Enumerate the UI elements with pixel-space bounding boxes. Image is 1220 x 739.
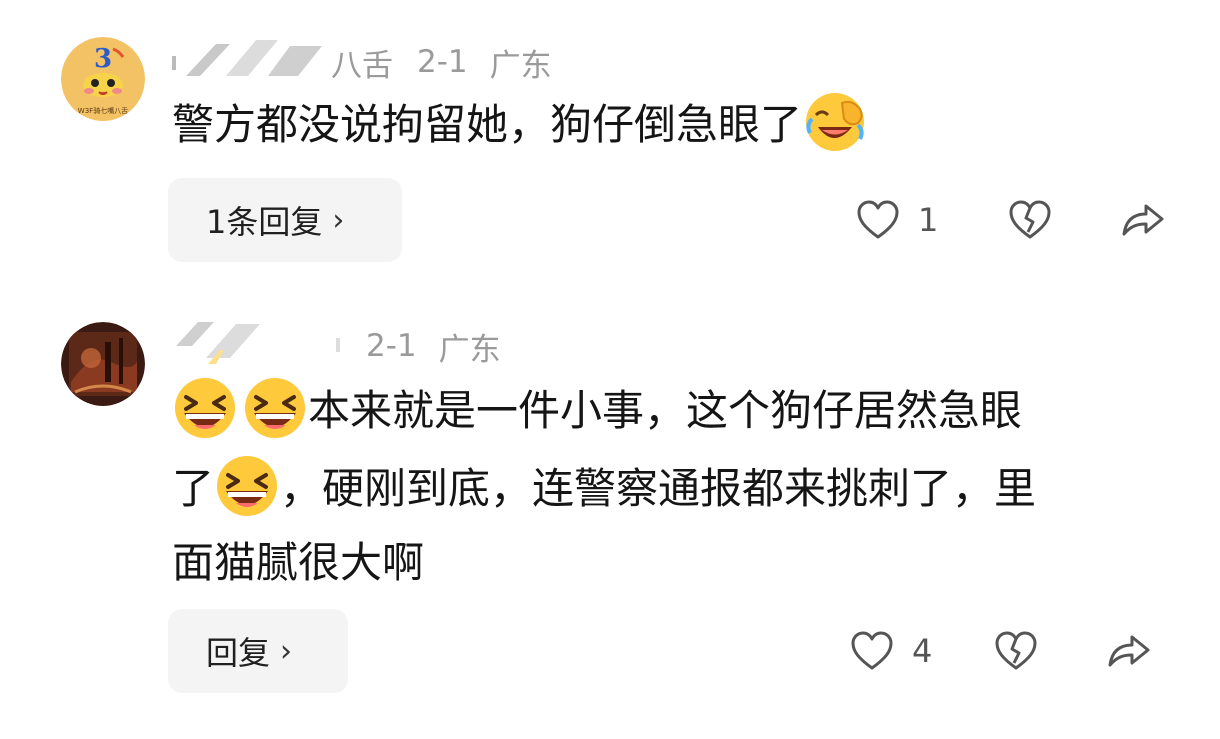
comment-text-content: 警方都没说拘留她，狗仔倒急眼了 [172,100,803,149]
comment-actions: 4 [850,609,1152,693]
comment-text-line: 了 ，硬刚到底，连警察通报都来挑刺了，里 [172,453,1182,522]
share-button[interactable] [1106,631,1152,671]
username-visible-part[interactable]: 八舌 [331,40,393,85]
comment-location: 广东 [489,47,552,84]
comment-text: 警方都没说拘留她，狗仔倒急眼了 [172,92,868,158]
reply-label: 回复 [206,634,271,672]
comment-text-line: 本来就是一件小事，这个狗仔居然急眼 [172,375,1182,444]
like-count: 4 [912,632,933,670]
share-button[interactable] [1120,200,1166,240]
view-replies-button[interactable]: 1条回复 › [168,178,402,262]
dislike-button[interactable] [994,631,1038,671]
broken-heart-icon [1009,200,1051,239]
like-count: 1 [918,201,939,239]
view-replies-label: 1条回复 [206,203,323,241]
broken-heart-icon [995,631,1037,670]
svg-text:W3F骑七嘴八舌: W3F骑七嘴八舌 [78,106,128,115]
avatar[interactable]: 3 W3F骑七嘴八舌 [61,37,145,121]
svg-text:3: 3 [94,44,112,74]
facepalm-laughing-emoji [802,89,868,155]
avatar[interactable] [61,322,145,406]
masked-username [172,36,327,88]
grinning-squint-emoji [172,375,238,441]
dislike-button[interactable] [1008,200,1052,240]
comment-text-content: ，硬刚到底，连警察通报都来挑刺了，里 [280,464,1037,513]
grinning-squint-emoji [214,453,280,519]
comment-text-line: 面猫腻很大啊 [172,538,425,587]
comment-meta: 2-1 广东 [172,322,501,368]
comment-text-content: 了 [172,464,215,513]
avatar-image: 3 W3F骑七嘴八舌 [61,37,145,121]
heart-outline-icon [857,200,899,239]
reply-button[interactable]: 回复 › [168,609,348,693]
comment-date: 2-1 [366,328,417,364]
share-arrow-icon [1122,204,1164,236]
comment-meta: 八舌 2-1 广东 [172,40,552,84]
grinning-squint-emoji [242,375,308,441]
username-redaction [172,40,322,76]
heart-outline-icon [851,631,893,670]
like-button[interactable]: 1 [856,200,938,240]
comment-location: 广东 [438,331,501,368]
comment-actions: 1 [856,178,1166,262]
share-arrow-icon [1108,635,1150,667]
chevron-right-icon: › [280,633,293,669]
comment-text-content: 本来就是一件小事，这个狗仔居然急眼 [308,386,1023,435]
masked-username [172,320,352,372]
comment-text: 本来就是一件小事，这个狗仔居然急眼 了 ，硬刚到底，连警察通报都来挑刺了，里 面… [172,375,1182,596]
chevron-right-icon: › [332,202,345,238]
username-redaction [176,322,340,364]
avatar-image [61,322,145,406]
comment-date: 2-1 [417,44,468,80]
like-button[interactable]: 4 [850,631,932,671]
